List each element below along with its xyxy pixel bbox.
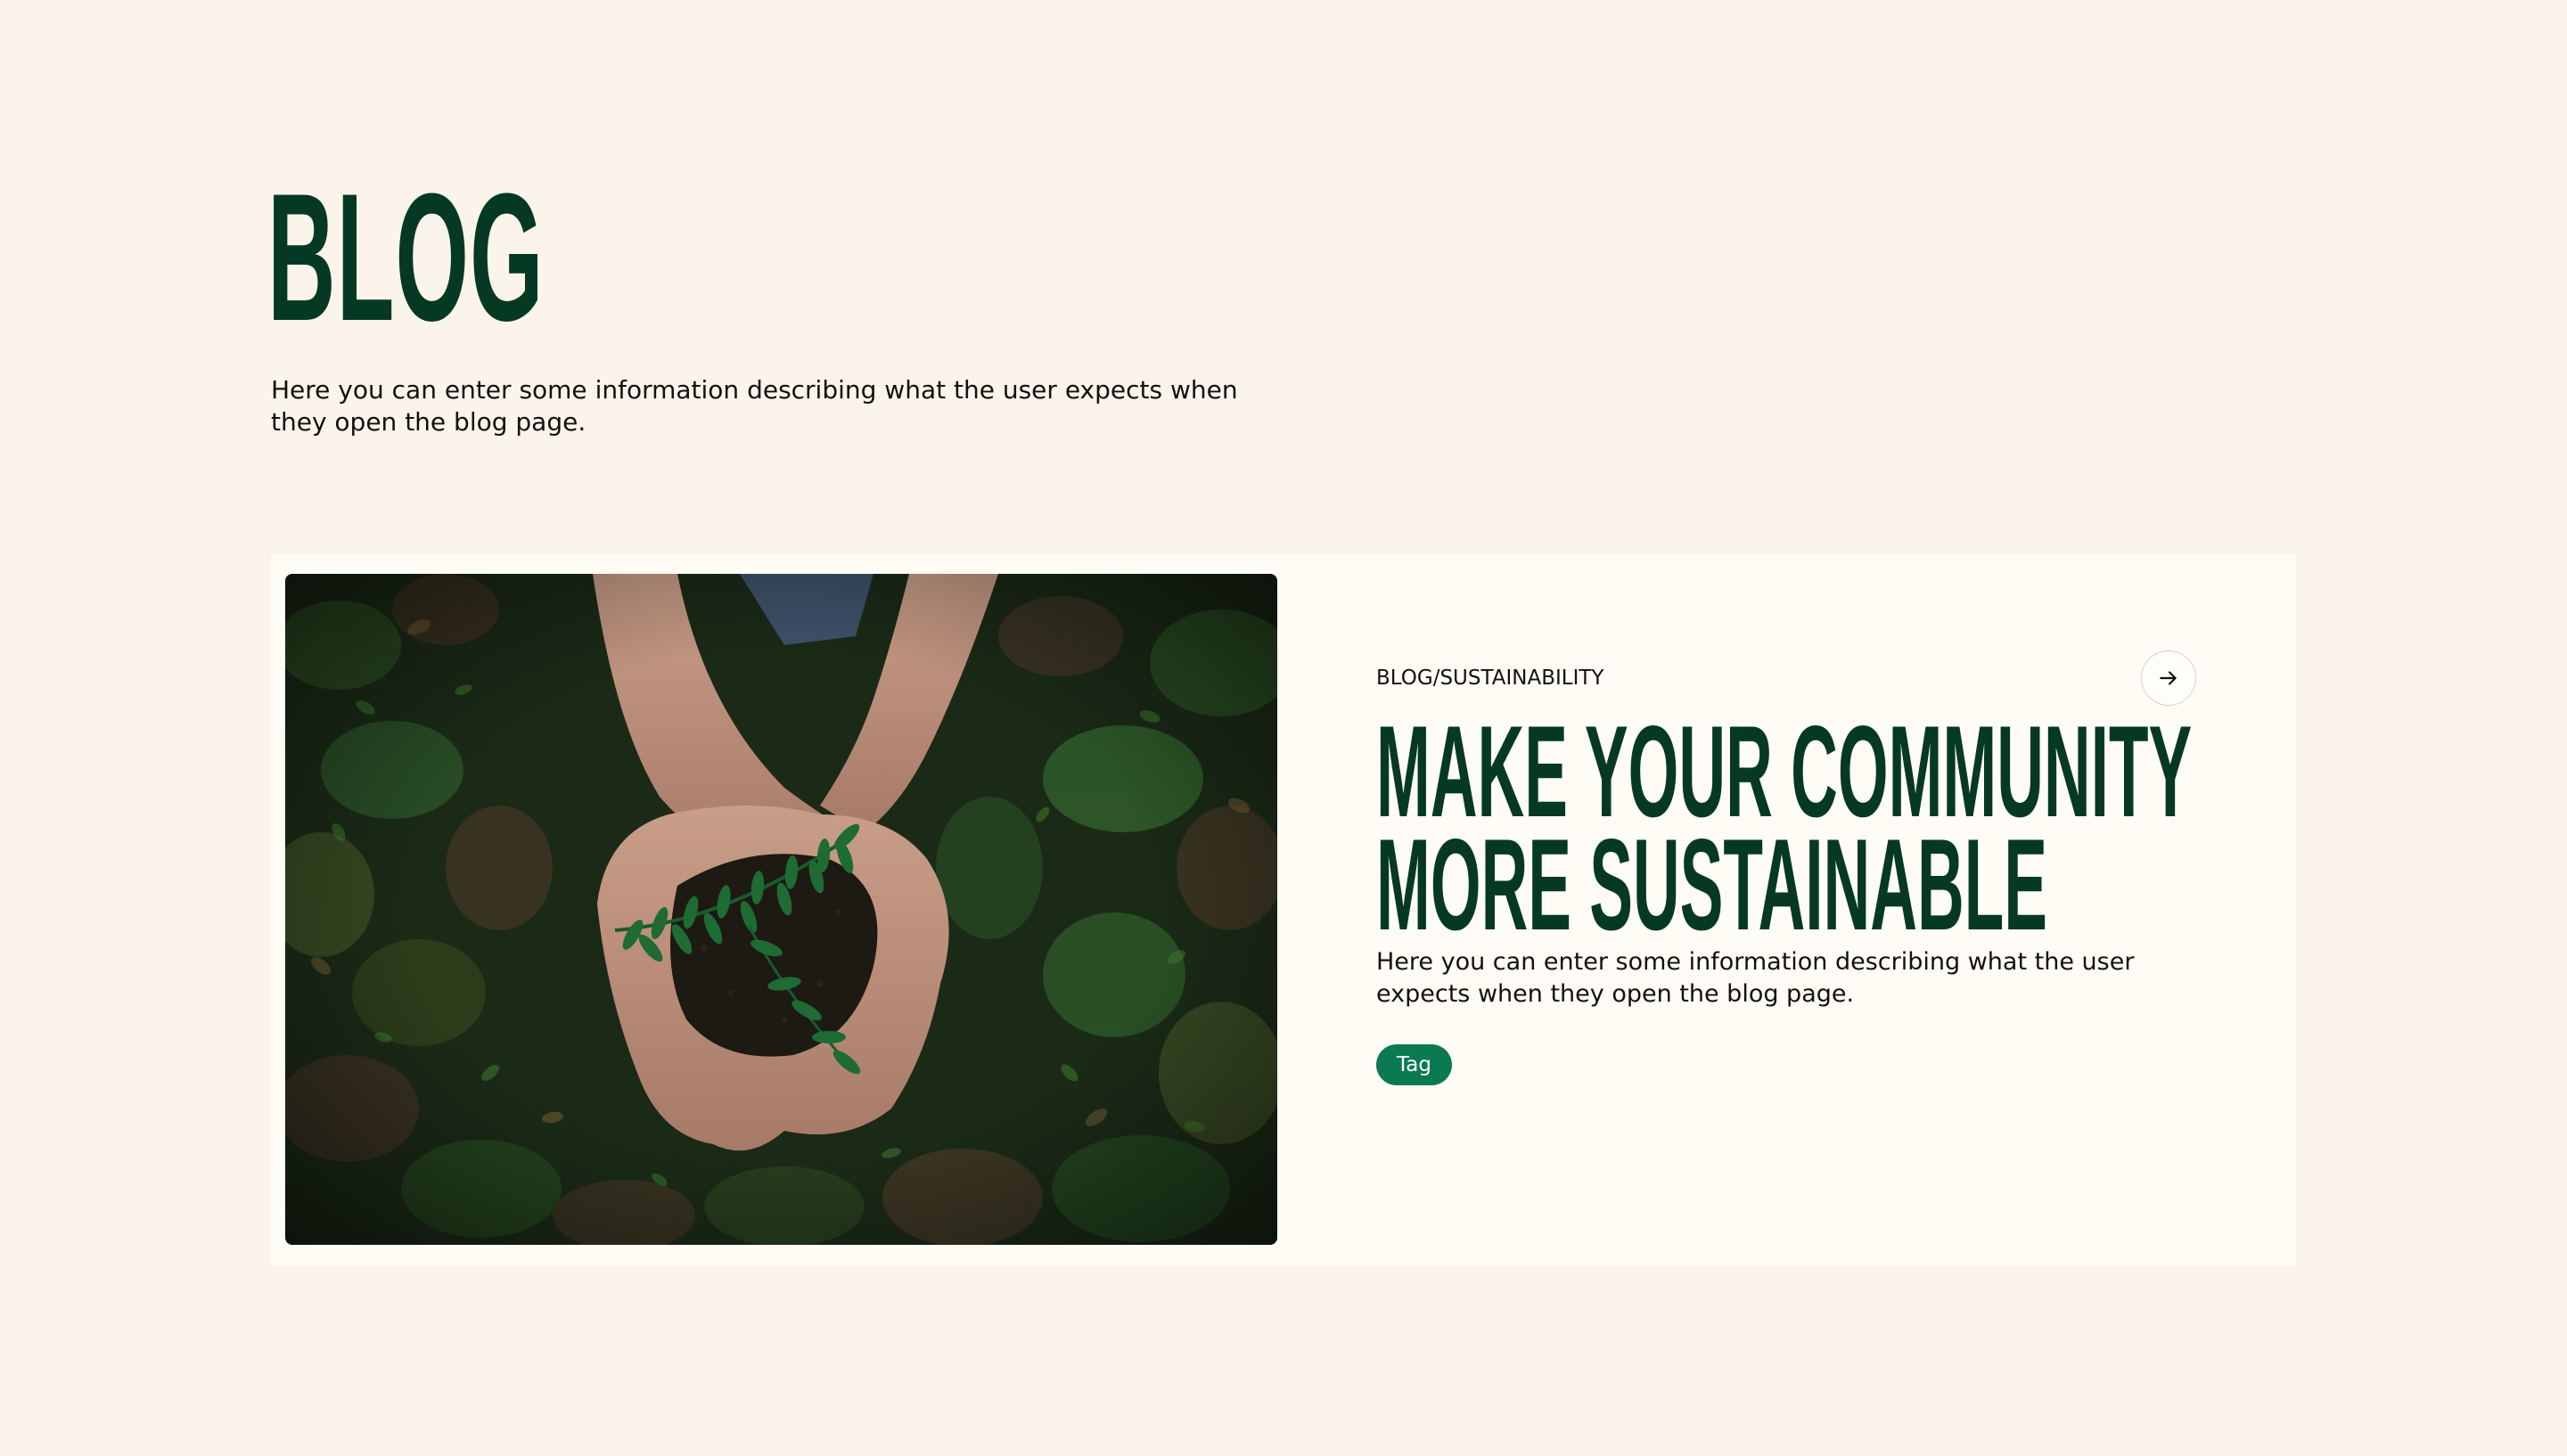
tag-badge[interactable]: Tag xyxy=(1376,1044,1452,1085)
blog-card[interactable]: BLOG/SUSTAINABILITY MAKE YOUR COMMUNITY … xyxy=(271,554,2296,1266)
read-more-button[interactable] xyxy=(2141,650,2196,706)
post-description: Here you can enter some information desc… xyxy=(1376,948,2135,1008)
breadcrumb[interactable]: BLOG/SUSTAINABILITY xyxy=(1376,666,1603,691)
page-intro: Here you can enter some information desc… xyxy=(271,375,1238,437)
post-title-line-2: MORE SUSTAINABLE xyxy=(1376,812,2047,957)
page-title: BLOG xyxy=(267,156,545,359)
post-title-line-1: MAKE YOUR COMMUNITY xyxy=(1376,699,2193,844)
post-image[interactable] xyxy=(285,574,1277,1245)
post-title[interactable]: MAKE YOUR COMMUNITY MORE SUSTAINABLE xyxy=(1376,699,2193,957)
arrow-right-icon xyxy=(2160,671,2177,685)
